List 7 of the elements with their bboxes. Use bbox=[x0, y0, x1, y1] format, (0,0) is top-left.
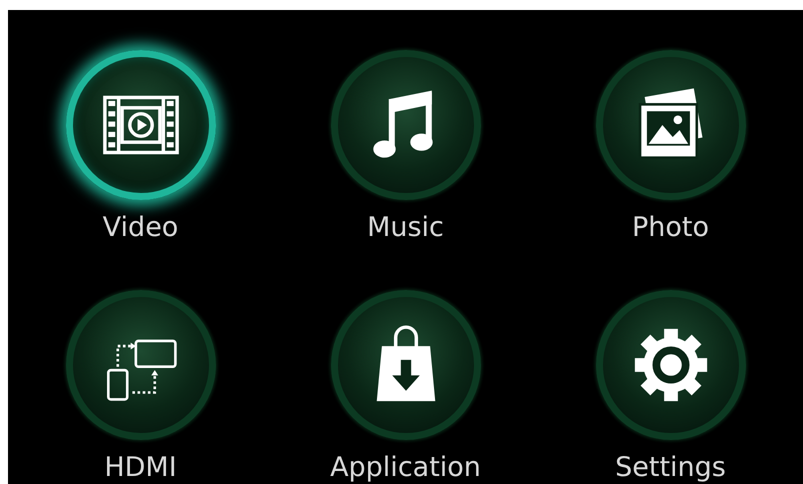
menu-tile[interactable] bbox=[66, 50, 216, 200]
menu-label: Settings bbox=[615, 452, 726, 483]
menu-label: Music bbox=[367, 212, 444, 243]
menu-label: HDMI bbox=[104, 452, 177, 483]
menu-label: Photo bbox=[632, 212, 710, 243]
menu-label: Video bbox=[102, 212, 178, 243]
menu-label: Application bbox=[330, 452, 481, 483]
